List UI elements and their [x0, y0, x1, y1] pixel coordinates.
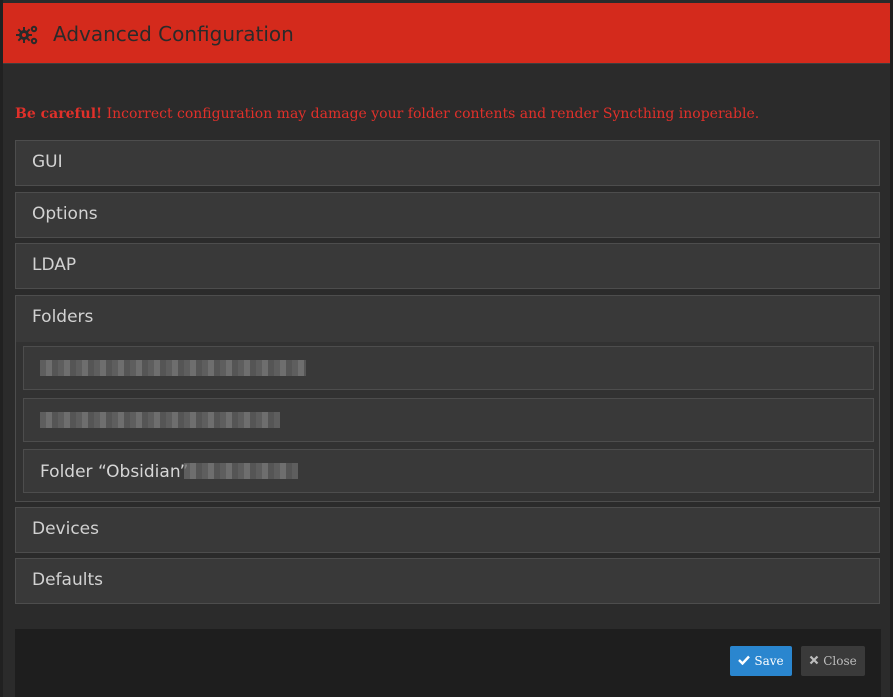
close-label: Close: [823, 654, 857, 668]
section-defaults-title: Defaults: [32, 570, 103, 590]
redacted-folder-id: [184, 463, 298, 479]
advanced-configuration-modal: Advanced Configuration Be careful! Incor…: [3, 0, 890, 697]
save-label: Save: [754, 654, 784, 668]
warning-text: Incorrect configuration may damage your …: [102, 106, 760, 122]
redacted-folder-name: [40, 412, 280, 428]
section-gui[interactable]: GUI: [15, 140, 880, 186]
section-gui-title: GUI: [32, 152, 63, 172]
modal-title: Advanced Configuration: [53, 22, 294, 46]
section-ldap[interactable]: LDAP: [15, 243, 880, 289]
warning-strong: Be careful!: [15, 106, 103, 122]
section-options[interactable]: Options: [15, 192, 880, 238]
close-icon: [809, 654, 819, 668]
section-defaults[interactable]: Defaults: [15, 558, 880, 604]
folder-item[interactable]: [23, 398, 874, 442]
redacted-folder-name: [40, 360, 306, 376]
section-ldap-title: LDAP: [32, 255, 77, 275]
modal-header: Advanced Configuration: [3, 3, 890, 64]
save-button[interactable]: Save: [730, 646, 792, 676]
section-options-title: Options: [32, 204, 98, 224]
modal-footer: Save Close: [15, 629, 881, 697]
section-devices[interactable]: Devices: [15, 507, 880, 553]
folder-item-obsidian[interactable]: Folder “Obsidian”: [23, 449, 874, 493]
close-button[interactable]: Close: [801, 646, 865, 676]
gears-icon: [16, 23, 40, 47]
section-devices-title: Devices: [32, 519, 99, 539]
section-folders: Folders Folder “Obsidian”: [15, 295, 880, 502]
section-folders-title: Folders: [32, 307, 94, 327]
folder-item-label: Folder “Obsidian”: [40, 462, 189, 482]
check-icon: [738, 654, 751, 668]
section-folders-header[interactable]: Folders: [16, 296, 879, 342]
folder-item[interactable]: [23, 346, 874, 390]
warning-message: Be careful! Incorrect configuration may …: [15, 106, 759, 122]
